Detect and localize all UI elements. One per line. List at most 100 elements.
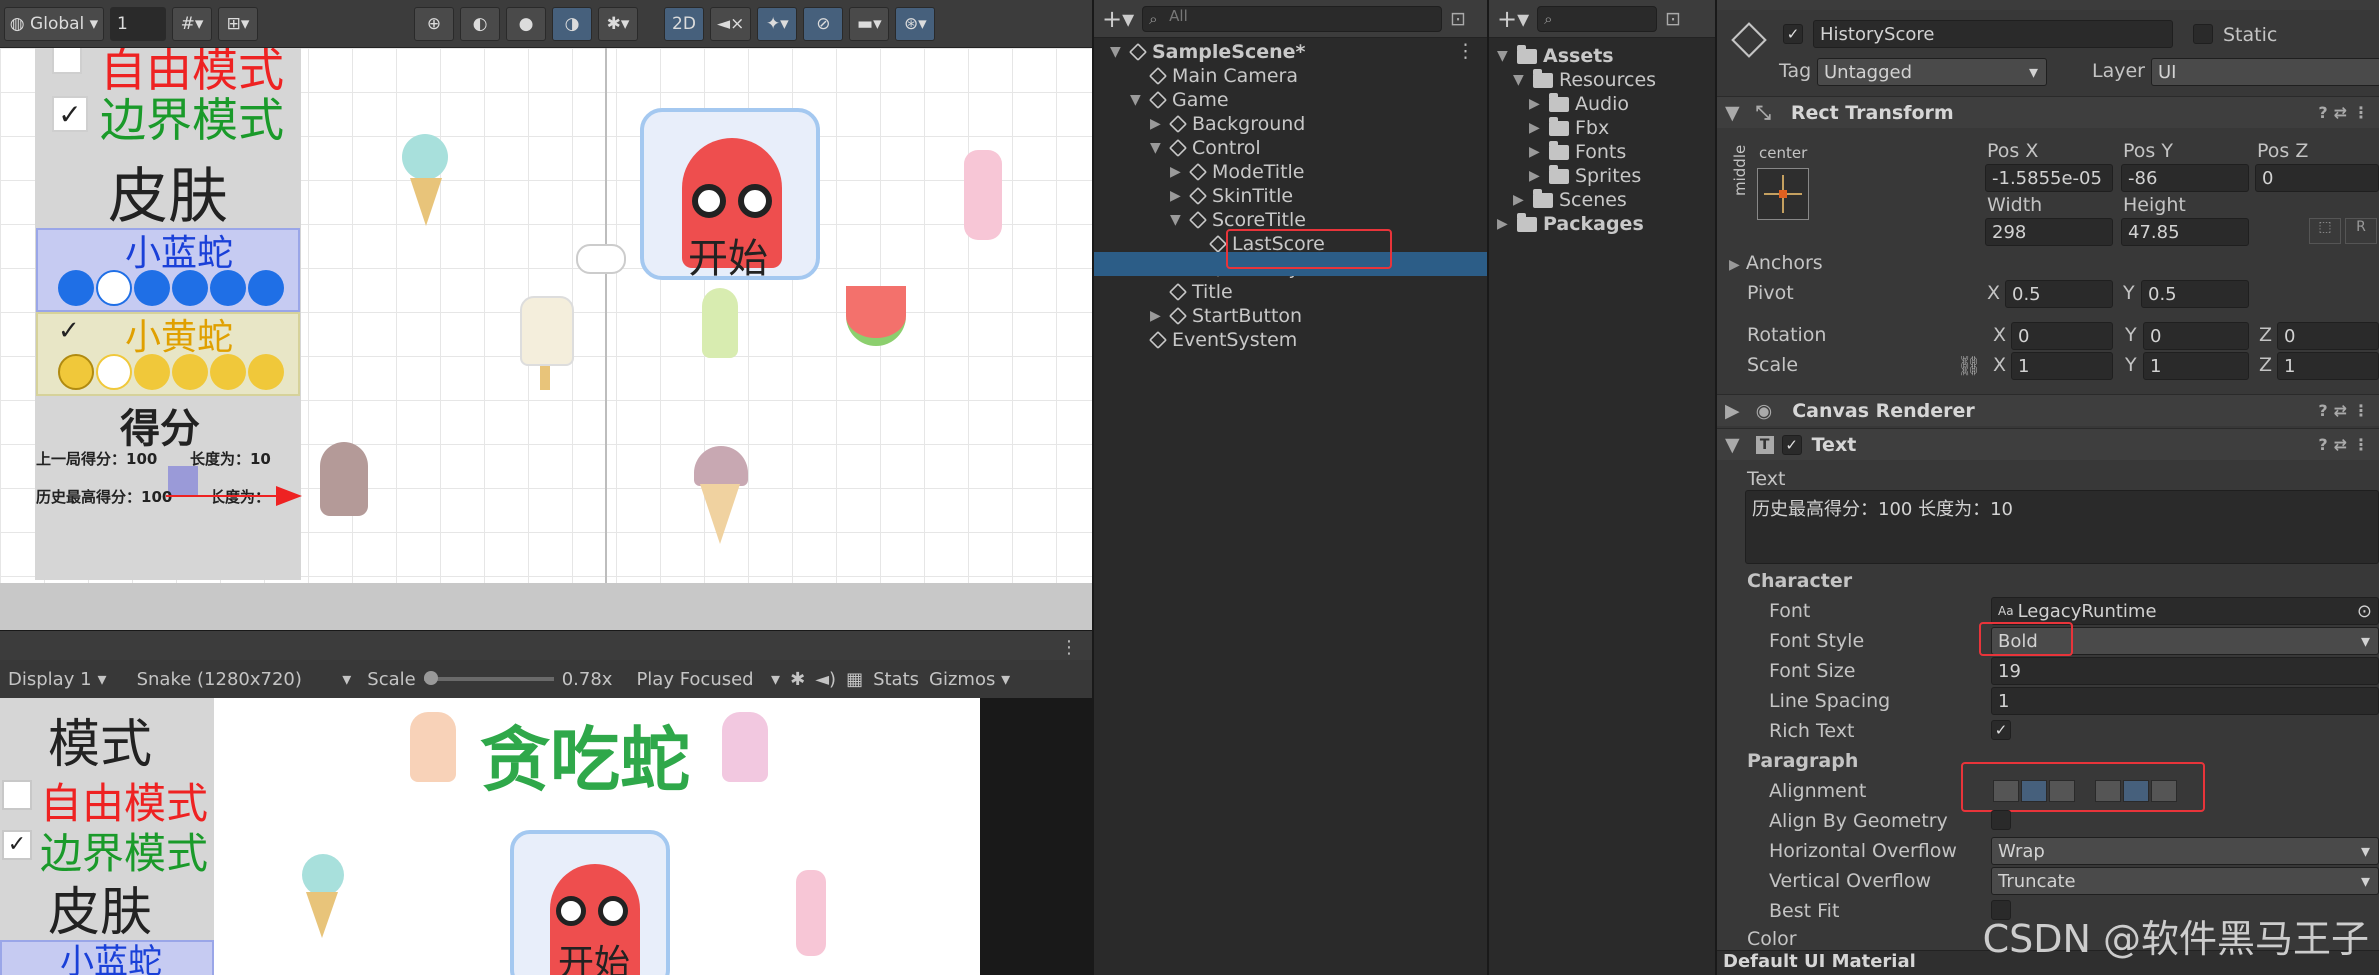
blueprint-mode-button[interactable]: ⬚ <box>2309 218 2341 244</box>
audio-mute-icon[interactable]: ◄× <box>710 6 752 41</box>
layer-dropdown[interactable]: UI <box>2151 58 2379 86</box>
scale-thumb[interactable] <box>423 671 438 685</box>
keyboard-icon[interactable]: ▦ <box>846 669 863 690</box>
line-spacing-field[interactable]: 1 <box>1991 687 2379 715</box>
mode-2d-button[interactable]: 2D <box>664 6 704 41</box>
filter-icon[interactable]: ⊡ <box>1450 8 1466 30</box>
pos-z-field[interactable]: 0 <box>2255 164 2379 192</box>
effects-icon[interactable]: ✦▾ <box>757 6 798 41</box>
snap-icon[interactable]: ⊞▾ <box>218 6 258 41</box>
stats-button[interactable]: Stats <box>873 669 919 690</box>
collapsed-arrow-icon[interactable]: ▶ <box>1170 164 1184 180</box>
tag-dropdown[interactable]: Untagged ▾ <box>1817 58 2047 86</box>
h-overflow-dropdown[interactable]: Wrap ▾ <box>1991 837 2379 865</box>
project-folder-item[interactable]: ▶ Fonts <box>1529 140 1626 164</box>
scene-menu-icon[interactable]: ⋮ <box>1456 40 1475 62</box>
pos-y-field[interactable]: -86 <box>2121 164 2249 192</box>
hierarchy-item[interactable]: ▼ Control <box>1150 136 1261 160</box>
gizmos-button[interactable]: Gizmos ▾ <box>929 669 1010 690</box>
align-by-geometry-checkbox[interactable] <box>1991 810 2011 830</box>
canvas-renderer-header[interactable]: ▶ ◉ Canvas Renderer ?⇄⋮ <box>1717 394 2379 426</box>
static-checkbox[interactable] <box>2193 24 2213 44</box>
folder-arrow-icon[interactable]: ▼ <box>1513 72 1527 88</box>
constrain-proportions-icon[interactable]: ⛓ <box>1957 354 1981 377</box>
pivot-x-field[interactable]: 0.5 <box>2005 280 2113 308</box>
camera-icon[interactable]: ▬▾ <box>849 6 890 41</box>
scale-slider[interactable]: Scale 0.78x <box>367 669 612 690</box>
component-menu-icons[interactable]: ?⇄⋮ <box>2318 103 2375 122</box>
game-start-button[interactable]: 开始 <box>510 830 670 975</box>
shading-shaded-wire-icon[interactable]: ◐ <box>460 6 500 41</box>
game-view[interactable]: 模式 自由模式 ✓ 边界模式 皮肤 小蓝蛇 贪吃蛇 开始 <box>0 698 980 975</box>
anchor-preset-button[interactable] <box>1757 168 1809 220</box>
project-folder-item[interactable]: ▼ Resources <box>1513 68 1656 92</box>
game-free-mode-checkbox[interactable] <box>2 780 32 810</box>
rect-transform-header[interactable]: ▼ ⤡ Rect Transform ?⇄⋮ <box>1717 96 2379 128</box>
hierarchy-item[interactable]: ▶ SkinTitle <box>1170 184 1293 208</box>
hierarchy-item[interactable]: ▶ Background <box>1150 112 1305 136</box>
project-search[interactable]: ⌕ <box>1537 5 1658 32</box>
hierarchy-item[interactable]: ▼ Game <box>1130 88 1229 112</box>
text-component-header[interactable]: ▼ T ✓ Text ?⇄⋮ <box>1717 428 2379 460</box>
v-overflow-dropdown[interactable]: Truncate ▾ <box>1991 867 2379 895</box>
font-field[interactable]: Aa LegacyRuntime ⊙ <box>1991 597 2379 625</box>
hierarchy-item[interactable]: EventSystem <box>1130 328 1297 352</box>
shading-shaded-icon[interactable]: ● <box>506 6 546 41</box>
project-folder-item[interactable]: ▶ Audio <box>1529 92 1629 116</box>
object-picker-icon[interactable]: ⊙ <box>2357 601 2372 622</box>
project-folder-item[interactable]: ▼ Assets <box>1497 44 1614 68</box>
project-folder-item[interactable]: ▶ Fbx <box>1529 116 1609 140</box>
play-focused-dropdown[interactable]: Play Focused ▾ <box>636 669 780 690</box>
height-field[interactable]: 47.85 <box>2121 218 2249 246</box>
scale-z-field[interactable]: 1 <box>2277 352 2379 380</box>
border-mode-checkbox[interactable]: ✓ <box>52 96 88 132</box>
text-component-menu-icons[interactable]: ?⇄⋮ <box>2318 435 2375 454</box>
text-enabled-checkbox[interactable]: ✓ <box>1781 434 1802 455</box>
free-mode-checkbox[interactable] <box>52 48 82 74</box>
rect-handle-icon[interactable] <box>168 466 198 496</box>
audio-icon[interactable]: ◄) <box>815 669 836 690</box>
hierarchy-item[interactable]: Main Camera <box>1130 64 1298 88</box>
visibility-icon[interactable]: ⊘ <box>803 6 844 41</box>
rot-x-field[interactable]: 0 <box>2011 322 2113 350</box>
shading-unlit-icon[interactable]: ◑ <box>552 6 592 41</box>
grid-icon[interactable]: #▾ <box>172 6 212 41</box>
folder-arrow-icon[interactable]: ▶ <box>1529 168 1543 184</box>
folder-arrow-icon[interactable]: ▼ <box>1497 48 1511 64</box>
scale-x-field[interactable]: 1 <box>2011 352 2113 380</box>
gizmos-icon[interactable]: ⊛▾ <box>895 6 936 41</box>
collapsed-arrow-icon[interactable]: ▶ <box>1150 116 1164 132</box>
hierarchy-search[interactable]: ⌕ All <box>1142 5 1443 32</box>
project-filter-icon[interactable]: ⊡ <box>1665 8 1681 30</box>
display-dropdown[interactable]: Display 1 ▾ <box>8 669 107 690</box>
project-folder-item[interactable]: ▶ Scenes <box>1513 188 1627 212</box>
project-add-icon[interactable]: +▾ <box>1497 5 1529 33</box>
folder-arrow-icon[interactable]: ▶ <box>1529 144 1543 160</box>
expanded-arrow-icon[interactable]: ▼ <box>1110 44 1124 60</box>
hierarchy-item[interactable]: ▶ ModeTitle <box>1170 160 1305 184</box>
add-icon[interactable]: +▾ <box>1102 5 1134 33</box>
rot-z-field[interactable]: 0 <box>2277 322 2379 350</box>
hierarchy-item[interactable]: ▼ SampleScene* <box>1110 40 1305 64</box>
start-button[interactable]: 开始 <box>640 108 820 282</box>
global-dropdown[interactable]: ◍ Global ▾ <box>4 6 104 41</box>
text-content-area[interactable]: 历史最高得分：100 长度为：10 <box>1745 490 2379 564</box>
collapsed-arrow-icon[interactable]: ▶ <box>1150 308 1164 324</box>
folder-arrow-icon[interactable]: ▶ <box>1497 216 1511 232</box>
shading-wire-icon[interactable]: ⊕ <box>414 6 454 41</box>
anchors-row[interactable]: ▶ Anchors <box>1729 252 1823 274</box>
object-name-field[interactable]: HistoryScore <box>1813 20 2173 48</box>
raw-edit-button[interactable]: R <box>2345 218 2377 244</box>
expanded-arrow-icon[interactable]: ▼ <box>1150 140 1164 156</box>
move-x-arrow-icon[interactable] <box>276 486 302 506</box>
expanded-arrow-icon[interactable]: ▼ <box>1130 92 1144 108</box>
game-border-mode-checkbox[interactable]: ✓ <box>2 830 32 860</box>
scale-y-field[interactable]: 1 <box>2143 352 2249 380</box>
canvas-renderer-menu-icons[interactable]: ?⇄⋮ <box>2318 401 2375 420</box>
rich-text-checkbox[interactable]: ✓ <box>1991 720 2011 740</box>
hierarchy-item[interactable]: Title <box>1150 280 1233 304</box>
font-size-field[interactable]: 19 <box>1991 657 2379 685</box>
project-folder-item[interactable]: ▶ Sprites <box>1529 164 1641 188</box>
folder-arrow-icon[interactable]: ▶ <box>1513 192 1527 208</box>
folder-arrow-icon[interactable]: ▶ <box>1529 96 1543 112</box>
